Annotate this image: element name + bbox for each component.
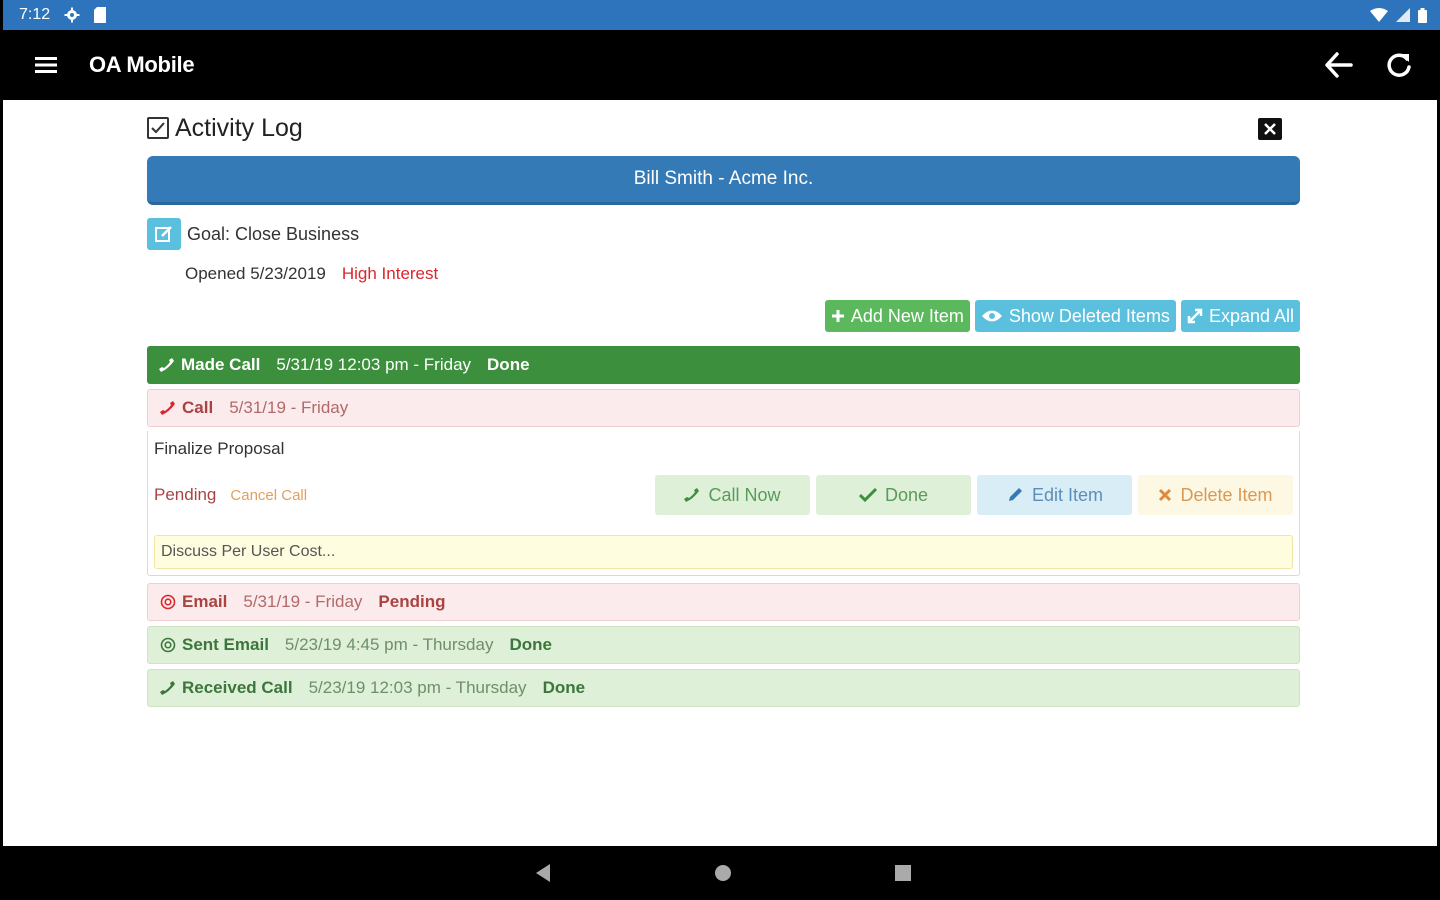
show-deleted-items-button[interactable]: Show Deleted Items: [974, 300, 1176, 332]
phone-icon: [684, 488, 700, 502]
battery-icon: [1418, 7, 1427, 23]
contact-button[interactable]: Bill Smith - Acme Inc.: [147, 156, 1300, 205]
activity-status: Done: [542, 678, 586, 697]
goal-meta: Opened 5/23/2019 High Interest: [185, 264, 1300, 284]
activity-list: Made Call 5/31/19 12:03 pm - Friday Done…: [147, 346, 1300, 707]
expand-all-button[interactable]: Expand All: [1180, 300, 1300, 332]
wifi-icon: [1370, 8, 1388, 22]
at-sign-icon: [160, 594, 176, 610]
activity-status: Pending: [378, 592, 446, 611]
detail-actions: Call Now Done Edit Item Delete Item: [655, 475, 1293, 515]
app-title: OA Mobile: [89, 52, 195, 77]
check-icon: [858, 488, 877, 502]
activity-type: Received Call: [160, 678, 293, 698]
activity-row-received-call[interactable]: Received Call 5/23/19 12:03 pm - Thursda…: [147, 669, 1300, 707]
check-square-icon: [147, 117, 169, 139]
goal-row: Goal: Close Business: [147, 218, 1300, 250]
call-now-label: Call Now: [708, 484, 781, 505]
detail-status-row: Pending Cancel Call Call Now Done Edit I…: [154, 475, 1293, 515]
activity-datetime: 5/23/19 12:03 pm - Thursday: [308, 678, 527, 697]
activity-row-sent-email[interactable]: Sent Email 5/23/19 4:45 pm - Thursday Do…: [147, 626, 1300, 664]
done-button[interactable]: Done: [816, 475, 971, 515]
activity-row-made-call[interactable]: Made Call 5/31/19 12:03 pm - Friday Done: [147, 346, 1300, 384]
activity-datetime: 5/23/19 4:45 pm - Thursday: [284, 635, 494, 654]
add-new-item-button[interactable]: Add New Item: [824, 300, 970, 332]
nav-recents-icon[interactable]: [888, 858, 918, 888]
activity-status: Done: [509, 635, 552, 654]
opened-date: Opened 5/23/2019: [185, 264, 326, 283]
activity-datetime: 5/31/19 - Friday: [243, 592, 363, 611]
activity-row-email[interactable]: Email 5/31/19 - Friday Pending: [147, 583, 1300, 621]
expand-icon: [1187, 308, 1203, 324]
toolbar: Add New Item Show Deleted Items Expand A…: [147, 300, 1300, 332]
nav-home-icon[interactable]: [708, 858, 738, 888]
close-icon[interactable]: [1258, 118, 1282, 140]
activity-datetime: 5/31/19 - Friday: [229, 398, 349, 417]
delete-item-button[interactable]: Delete Item: [1138, 475, 1293, 515]
show-deleted-items-label: Show Deleted Items: [1008, 305, 1170, 326]
activity-detail-call: Finalize Proposal Pending Cancel Call Ca…: [147, 431, 1300, 576]
edit-item-label: Edit Item: [1031, 484, 1104, 505]
system-nav-bar: [3, 846, 1440, 900]
back-arrow-icon[interactable]: [1323, 49, 1355, 81]
phone-icon: [160, 401, 175, 415]
activity-type-label: Received Call: [182, 678, 293, 697]
delete-item-label: Delete Item: [1180, 484, 1273, 505]
detail-status: Pending: [154, 485, 217, 504]
activity-type-label: Call: [182, 398, 214, 417]
status-time: 7:12: [19, 6, 51, 23]
expand-all-label: Expand All: [1208, 305, 1294, 326]
activity-datetime: 5/31/19 12:03 pm - Friday: [276, 355, 472, 374]
call-now-button[interactable]: Call Now: [655, 475, 810, 515]
activity-type: Sent Email: [160, 635, 269, 655]
phone-icon: [159, 358, 174, 372]
activity-type: Call: [160, 398, 213, 418]
activity-log-header: Activity Log: [147, 100, 1300, 156]
refresh-icon[interactable]: [1383, 49, 1415, 81]
signal-icon: [1396, 8, 1410, 22]
phone-icon: [160, 681, 175, 695]
activity-type: Email: [160, 592, 227, 612]
pencil-icon: [1008, 488, 1022, 501]
activity-type-label: Email: [182, 592, 228, 611]
status-bar: 7:12: [3, 0, 1440, 30]
menu-icon[interactable]: [31, 49, 63, 81]
at-sign-icon: [160, 637, 176, 653]
activity-type-label: Sent Email: [182, 635, 269, 654]
detail-title: Finalize Proposal: [154, 439, 285, 458]
cancel-call-link[interactable]: Cancel Call: [230, 487, 307, 504]
sd-card-icon: [94, 7, 107, 23]
goal-title: Goal: Close Business: [187, 223, 360, 244]
page-title: Activity Log: [175, 113, 303, 142]
add-new-item-label: Add New Item: [850, 305, 964, 326]
app-bar: OA Mobile: [3, 30, 1440, 100]
activity-row-call[interactable]: Call 5/31/19 - Friday: [147, 389, 1300, 427]
activity-type-label: Made Call: [181, 355, 261, 374]
activity-status: Done: [487, 355, 530, 374]
edit-goal-icon[interactable]: [147, 218, 181, 250]
interest-level: High Interest: [341, 264, 439, 283]
x-icon: [1159, 488, 1172, 502]
settings-icon: [64, 7, 80, 23]
edit-item-button[interactable]: Edit Item: [977, 475, 1132, 515]
main-content: Activity Log Bill Smith - Acme Inc. Goal…: [147, 100, 1300, 707]
plus-icon: [831, 310, 844, 322]
nav-back-icon[interactable]: [528, 858, 558, 888]
done-label: Done: [884, 484, 929, 505]
detail-note: Discuss Per User Cost...: [154, 535, 1293, 569]
eye-icon: [981, 310, 1002, 322]
activity-type: Made Call: [159, 355, 260, 375]
device-frame: 7:12 OA Mobile Activity Log Bill Smith -…: [0, 0, 1440, 900]
